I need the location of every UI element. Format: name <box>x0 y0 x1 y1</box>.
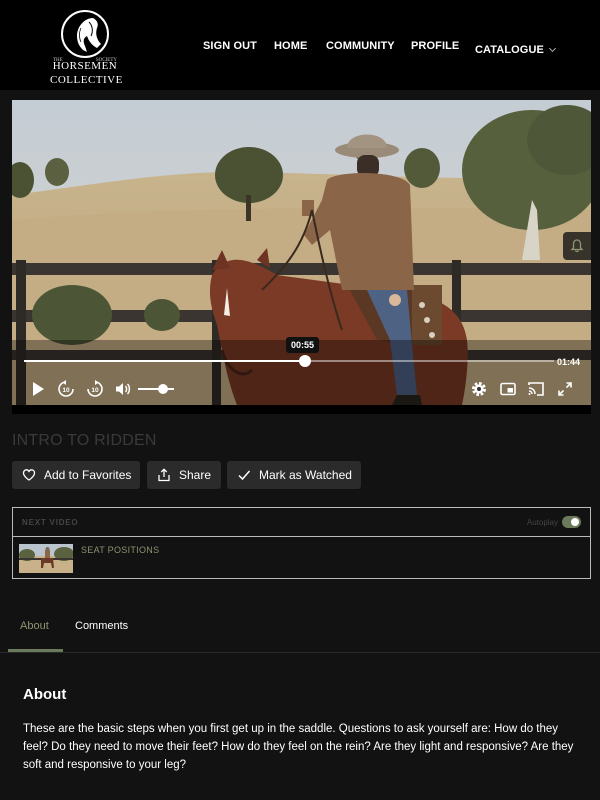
about-description: These are the basic steps when you first… <box>23 723 574 771</box>
checkmark-icon <box>238 470 251 481</box>
rewind-10-icon: 10 <box>58 380 74 397</box>
progress-thumb[interactable] <box>298 355 311 367</box>
notification-bell-button[interactable] <box>563 232 591 260</box>
progress-fill <box>24 360 305 362</box>
progress-bar[interactable] <box>24 355 554 367</box>
share-icon <box>158 468 170 482</box>
next-video-thumbnail[interactable] <box>19 544 73 573</box>
forward-10-icon: 10 <box>87 380 103 397</box>
settings-icon <box>472 382 486 396</box>
add-to-favorites-label: Add to Favorites <box>44 468 132 482</box>
video-title: INTRO TO RIDDEN <box>12 432 157 449</box>
heart-icon <box>22 469 36 481</box>
site-header: THE SOCIETY HORSEMEN COLLECTIVE SIGN OUT… <box>0 0 600 90</box>
autoplay-toggle[interactable] <box>562 516 581 528</box>
nav-profile[interactable]: PROFILE <box>411 40 459 52</box>
forward-10-button[interactable]: 10 <box>84 378 106 400</box>
duration-label: 01:44 <box>557 357 581 367</box>
tab-divider <box>0 652 600 653</box>
logo-small-left: THE <box>53 58 63 63</box>
cast-button[interactable] <box>525 378 547 400</box>
autoplay-label: Autoplay <box>526 518 558 527</box>
logo-name-line2: COLLECTIVE <box>50 74 123 86</box>
nav-home[interactable]: HOME <box>274 40 307 52</box>
volume-button[interactable] <box>112 378 134 400</box>
mark-as-watched-label: Mark as Watched <box>259 468 352 482</box>
share-button[interactable]: Share <box>147 461 221 489</box>
tab-about[interactable]: About <box>20 620 49 632</box>
nav-catalogue[interactable]: CATALOGUE <box>475 40 556 58</box>
hover-time-tooltip: 00:55 <box>286 337 320 353</box>
video-bottom-bar <box>12 405 591 414</box>
next-video-thumbnail-image <box>19 544 73 573</box>
site-logo[interactable]: THE SOCIETY HORSEMEN COLLECTIVE <box>50 10 123 86</box>
chevron-down-icon <box>548 44 556 53</box>
volume-slider[interactable] <box>138 388 174 390</box>
horse-head-logo-icon <box>61 10 109 58</box>
play-icon <box>33 382 44 396</box>
next-video-label: NEXT VIDEO <box>22 518 79 527</box>
volume-icon <box>116 383 131 395</box>
svg-text:10: 10 <box>91 387 99 394</box>
next-video-title[interactable]: SEAT POSITIONS <box>81 545 159 555</box>
add-to-favorites-button[interactable]: Add to Favorites <box>12 461 140 489</box>
nav-community[interactable]: COMMUNITY <box>326 40 395 52</box>
video-player[interactable]: 00:55 01:44 10 10 <box>12 100 591 405</box>
rewind-10-button[interactable]: 10 <box>55 378 77 400</box>
cast-icon <box>528 382 544 396</box>
bell-icon <box>570 239 584 253</box>
pip-icon <box>500 382 516 396</box>
next-video-header: NEXT VIDEO Autoplay <box>13 508 590 537</box>
fullscreen-icon <box>558 382 572 396</box>
next-video-panel: NEXT VIDEO Autoplay SEAT POSITIONS <box>12 507 591 579</box>
logo-small-right: SOCIETY <box>95 58 117 63</box>
nav-sign-out[interactable]: SIGN OUT <box>203 40 257 52</box>
tab-comments[interactable]: Comments <box>75 620 128 632</box>
mark-as-watched-button[interactable]: Mark as Watched <box>227 461 361 489</box>
about-heading: About <box>23 686 67 703</box>
pip-button[interactable] <box>497 378 519 400</box>
share-label: Share <box>179 468 212 482</box>
settings-button[interactable] <box>468 378 490 400</box>
nav-catalogue-label: CATALOGUE <box>475 44 544 56</box>
fullscreen-button[interactable] <box>554 378 576 400</box>
play-button[interactable] <box>27 378 49 400</box>
svg-text:10: 10 <box>62 387 70 394</box>
